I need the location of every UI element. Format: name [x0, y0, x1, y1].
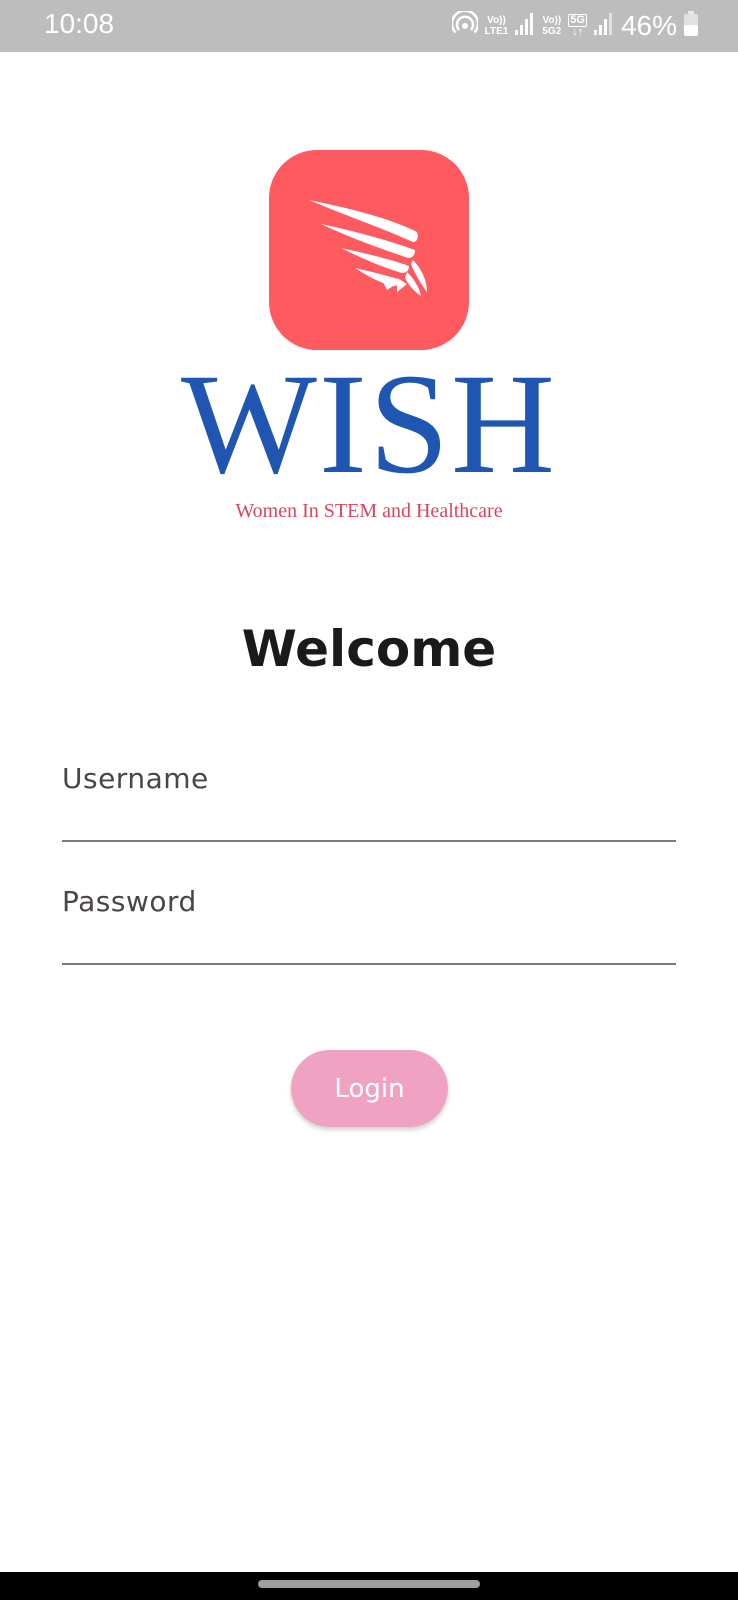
password-underline — [62, 963, 676, 965]
password-input[interactable] — [62, 885, 680, 967]
sim1-network-label: LTE1 — [484, 26, 509, 37]
sim2-volte-label: Vo)) — [542, 15, 562, 26]
status-time: 10:08 — [44, 8, 115, 39]
username-input[interactable] — [62, 762, 680, 844]
login-button[interactable]: Login — [291, 1050, 448, 1127]
wing-icon — [309, 200, 427, 296]
brand-tagline: Women In STEM and Healthcare — [235, 500, 503, 522]
brand-wordmark: WISH — [181, 345, 557, 504]
signal-icon — [515, 12, 535, 40]
status-bar: 10:08 Vo)) LTE1 Vo)) 5G2 5G ↓↑ 46% — [0, 0, 738, 52]
password-field[interactable]: Password — [62, 885, 680, 967]
sim1-volte-label: Vo)) — [487, 15, 506, 26]
data-activity-icon: ↓↑ — [572, 26, 584, 38]
hotspot-icon — [450, 9, 479, 41]
home-indicator[interactable] — [258, 1580, 480, 1588]
network-type-indicator: 5G ↓↑ — [568, 14, 587, 38]
username-underline — [62, 840, 676, 842]
app-logo — [269, 150, 469, 350]
login-screen: 10:08 Vo)) LTE1 Vo)) 5G2 5G ↓↑ 46% WISH … — [0, 0, 738, 1600]
sim2-indicator: Vo)) 5G2 — [542, 15, 561, 37]
navigation-bar — [0, 1572, 738, 1600]
status-icons: Vo)) LTE1 Vo)) 5G2 5G ↓↑ 46% — [450, 9, 698, 42]
signal-icon-2 — [593, 12, 614, 40]
sim1-indicator: Vo)) LTE1 — [485, 15, 509, 37]
battery-icon — [684, 11, 698, 41]
sim2-network-label: 5G2 — [542, 26, 562, 37]
battery-percent: 46% — [620, 10, 677, 41]
page-title: Welcome — [241, 620, 497, 678]
username-field[interactable]: Username — [62, 762, 680, 844]
